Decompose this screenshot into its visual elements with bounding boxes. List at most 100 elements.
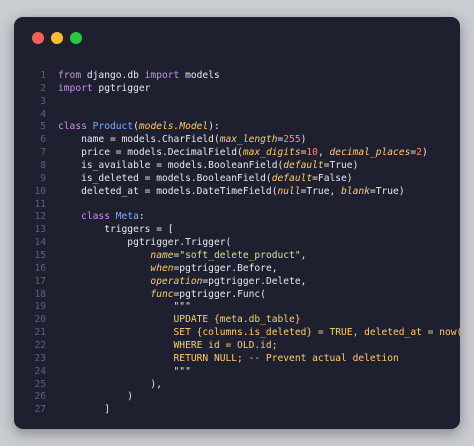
code-line: 19 """ <box>14 301 460 314</box>
code-text: WHERE id = OLD.id; <box>58 340 278 353</box>
code-line: 13 triggers = [ <box>14 224 460 237</box>
line-number: 18 <box>34 288 46 300</box>
line-number: 20 <box>34 314 46 326</box>
line-number: 8 <box>40 160 46 172</box>
line-number: 23 <box>34 352 46 364</box>
code-line: 25 ), <box>14 379 460 392</box>
code-token: default <box>283 160 324 172</box>
code-token: blank <box>341 185 370 197</box>
code-line: 23 RETURN NULL; -- Prevent actual deleti… <box>14 353 460 366</box>
minimize-window-dot-icon[interactable] <box>51 32 63 44</box>
code-token: =pgtrigger.Func( <box>173 288 266 300</box>
code-text: from django.db import models <box>58 70 220 83</box>
code-line: 24 """ <box>14 366 460 379</box>
code-token: pgtrigger.Trigger( <box>58 237 232 249</box>
code-token: , <box>300 250 307 262</box>
code-token: =True) <box>323 160 359 172</box>
code-token: 10 <box>306 147 318 159</box>
code-token: default <box>271 172 313 184</box>
line-number: 26 <box>34 391 46 403</box>
code-token: triggers = [ <box>58 224 174 236</box>
code-token: price = models.DecimalField( <box>58 147 243 159</box>
code-token: name = models.CharField( <box>58 134 220 146</box>
code-token: max_length <box>219 134 278 146</box>
code-token: max_digits <box>242 147 301 159</box>
line-number: 6 <box>40 134 46 146</box>
code-token: 255 <box>283 134 301 146</box>
code-token: null <box>277 185 301 197</box>
line-number: 22 <box>34 340 46 352</box>
code-text: price = models.DecimalField(max_digits=1… <box>58 147 428 160</box>
code-line: 20 UPDATE {meta.db_table} <box>14 314 460 327</box>
code-token: ): <box>208 121 220 133</box>
code-token: from <box>58 70 82 81</box>
code-token: is_deleted = models.BooleanField( <box>58 172 272 184</box>
code-token: func <box>150 288 174 300</box>
code-token: ] <box>58 404 110 416</box>
code-token: =pgtrigger.Before, <box>173 262 278 274</box>
code-token: =False) <box>312 172 353 184</box>
code-text: class Product(models.Model): <box>58 121 220 134</box>
line-number: 14 <box>34 237 46 249</box>
line-number: 21 <box>34 327 46 339</box>
code-line: 9 is_deleted = models.BooleanField(defau… <box>14 173 460 186</box>
line-number: 5 <box>40 121 46 133</box>
code-line: 15 name="soft_delete_product", <box>14 250 460 263</box>
line-number: 17 <box>34 275 46 287</box>
code-token: WHERE id = OLD.id; <box>58 340 278 352</box>
code-line: 10 deleted_at = models.DateTimeField(nul… <box>14 186 460 199</box>
line-number: 10 <box>34 185 46 197</box>
code-token: decimal_places <box>329 147 411 159</box>
code-token: class <box>58 121 87 133</box>
code-token: SET {columns.is_deleted} = TRUE, deleted… <box>58 327 460 339</box>
code-text: import pgtrigger <box>58 83 150 96</box>
code-line: 1 from django.db import models <box>14 70 460 83</box>
code-text: SET {columns.is_deleted} = TRUE, deleted… <box>58 327 460 340</box>
code-token: UPDATE {meta.db_table} <box>58 314 301 326</box>
line-number: 11 <box>34 198 46 210</box>
line-number: 4 <box>40 108 46 120</box>
line-number: 2 <box>40 82 46 94</box>
code-token: pgtrigger <box>92 82 151 94</box>
code-line: 11 <box>14 199 460 212</box>
code-line: 18 func=pgtrigger.Func( <box>14 289 460 302</box>
code-text: class Meta: <box>58 211 145 224</box>
code-token: ), <box>58 378 162 390</box>
code-window: 1 from django.db import models 2 import pgt… <box>14 17 460 429</box>
code-text: func=pgtrigger.Func( <box>58 289 266 302</box>
code-token: models.Model <box>138 121 209 133</box>
code-token: =True, <box>300 185 342 197</box>
line-number: 27 <box>34 404 46 416</box>
line-number: 9 <box>40 172 46 184</box>
code-token: , <box>317 147 330 159</box>
code-token: deleted_at = models.DateTimeField( <box>58 185 278 197</box>
code-line: 21 SET {columns.is_deleted} = TRUE, dele… <box>14 327 460 340</box>
code-token: Meta <box>115 211 139 223</box>
code-line: 3 <box>14 96 460 109</box>
code-token: ) <box>421 147 428 159</box>
close-window-dot-icon[interactable] <box>32 32 44 44</box>
code-token: : <box>138 211 145 223</box>
code-token: django.db <box>81 70 145 81</box>
line-number: 24 <box>34 365 46 377</box>
code-line: 27 ] <box>14 404 460 417</box>
code-line: 4 <box>14 109 460 122</box>
code-token: ) <box>300 134 307 146</box>
code-token: "soft_delete_product" <box>179 250 301 262</box>
code-line: 8 is_available = models.BooleanField(def… <box>14 160 460 173</box>
code-line: 26 ) <box>14 391 460 404</box>
code-text: ] <box>58 404 110 417</box>
code-line: 16 when=pgtrigger.Before, <box>14 263 460 276</box>
line-number: 1 <box>40 70 46 81</box>
code-text: name = models.CharField(max_length=255) <box>58 134 306 147</box>
line-number: 19 <box>34 301 46 313</box>
line-number: 7 <box>40 147 46 159</box>
code-token: =pgtrigger.Delete, <box>202 275 307 287</box>
code-token: is_available = models.BooleanField( <box>58 160 284 172</box>
maximize-window-dot-icon[interactable] <box>70 32 82 44</box>
code-text: """ <box>58 301 191 314</box>
code-token: models <box>179 70 220 81</box>
code-line: 2 import pgtrigger <box>14 83 460 96</box>
